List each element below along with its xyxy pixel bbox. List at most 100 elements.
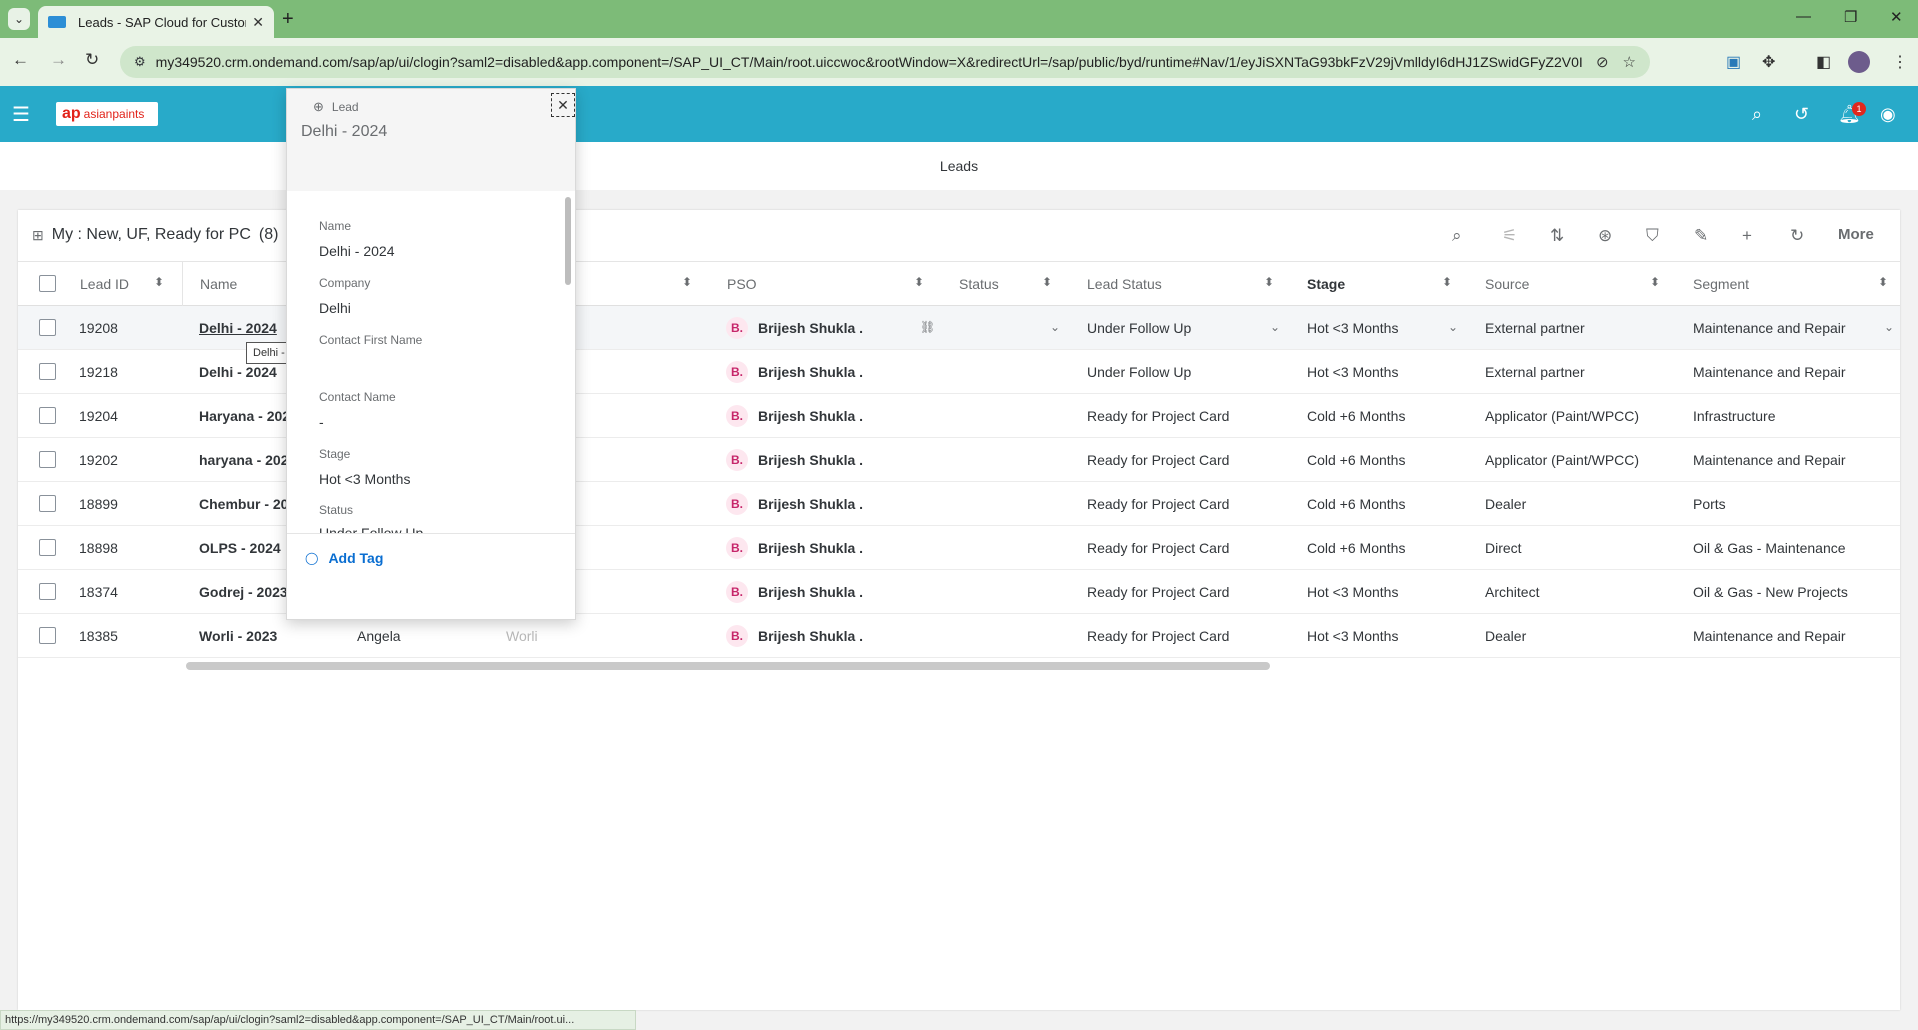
profile-avatar[interactable] [1848,51,1870,73]
col-pso[interactable]: PSO [727,276,757,292]
lead-name-link[interactable]: Delhi - 2024 [199,320,277,336]
field-value: Delhi [319,300,351,316]
pso-name[interactable]: Brijesh Shukla . [758,452,863,468]
lead-name-link[interactable]: haryana - 202 [199,452,289,468]
row-checkbox[interactable] [39,627,56,644]
pso-name[interactable]: Brijesh Shukla . [758,320,863,336]
pso-name[interactable]: Brijesh Shukla . [758,628,863,644]
extensions-puzzle-icon[interactable]: ✥ [1762,52,1775,72]
col-name[interactable]: Name [200,276,237,292]
chevron-down-icon[interactable]: ⌄ [1050,320,1060,334]
address-bar[interactable]: ⚙ my349520.crm.ondemand.com/sap/ap/ui/cl… [120,46,1650,78]
search-icon[interactable]: ⌕ [1752,104,1762,125]
source: Applicator (Paint/WPCC) [1485,408,1640,424]
avatar: B. [726,625,748,647]
segment: Maintenance and Repair [1693,320,1846,336]
row-checkbox[interactable] [39,495,56,512]
pso-name[interactable]: Brijesh Shukla . [758,540,863,556]
forward-icon[interactable]: → [50,50,67,70]
row-checkbox[interactable] [39,363,56,380]
lead-name-link[interactable]: Delhi - 2024 [199,364,277,380]
segment: Infrastructure [1693,408,1776,424]
site-info-icon[interactable]: ⚙ [134,54,146,70]
lead-name-link[interactable]: OLPS - 2024 [199,540,281,556]
col-segment[interactable]: Segment [1693,276,1749,292]
stage: Hot <3 Months [1307,320,1399,336]
source: Direct [1485,540,1522,556]
hamburger-menu-icon[interactable]: ☰ [12,102,30,127]
popover-title: Delhi - 2024 [301,123,388,140]
search-icon[interactable]: ⌕ [1452,226,1462,246]
window-close-icon[interactable]: ✕ [1890,8,1903,26]
browser-menu-icon[interactable]: ⋮ [1892,52,1908,72]
chevron-down-icon[interactable]: ⌄ [1448,320,1458,334]
close-icon[interactable]: ✕ [551,93,575,117]
group-icon[interactable]: ⊛ [1598,226,1612,246]
pso-name[interactable]: Brijesh Shukla . [758,408,863,424]
link-icon[interactable]: ⛓ [920,320,935,334]
notification-badge: 1 [1852,102,1866,116]
extension-icon[interactable]: ▣ [1726,52,1741,72]
avatar: B. [726,449,748,471]
reload-icon[interactable]: ↻ [85,50,99,70]
sort-icon[interactable]: ⬍ [1264,275,1274,289]
refresh-icon[interactable]: ↻ [1790,226,1804,246]
sort-icon[interactable]: ⬍ [1042,275,1052,289]
col-stage[interactable]: Stage [1307,276,1345,292]
stage: Cold +6 Months [1307,408,1406,424]
sort-icon[interactable]: ⬍ [1878,275,1888,289]
new-tab-icon[interactable]: + [282,8,294,31]
filter-icon[interactable]: ⛉ [1646,226,1659,246]
sort-icon[interactable]: ⬍ [682,275,692,289]
sort-icon[interactable]: ⇅ [1550,226,1564,246]
row-checkbox[interactable] [39,583,56,600]
row-checkbox[interactable] [39,407,56,424]
select-all-checkbox[interactable] [39,275,56,292]
pso-name[interactable]: Brijesh Shukla . [758,496,863,512]
history-icon[interactable]: ↺ [1794,104,1809,125]
browser-tab[interactable]: Leads - SAP Cloud for Customer ✕ [38,6,274,38]
avatar: B. [726,537,748,559]
user-profile-icon[interactable]: ◉ [1880,104,1896,125]
settings-sliders-icon[interactable]: ⚟ [1502,226,1517,246]
minimize-icon[interactable]: — [1796,8,1811,25]
lead-name-link[interactable]: Godrej - 2023 [199,584,288,600]
pso-name[interactable]: Brijesh Shukla . [758,584,863,600]
col-lead-status[interactable]: Lead Status [1087,276,1162,292]
url-text[interactable]: my349520.crm.ondemand.com/sap/ap/ui/clog… [156,54,1582,70]
view-selector[interactable]: ⊞ My : New, UF, Ready for PC (8) [32,226,278,244]
back-icon[interactable]: ← [12,50,29,70]
sort-icon[interactable]: ⬍ [154,275,164,289]
chevron-down-icon[interactable]: ⌄ [1884,320,1894,334]
more-button[interactable]: More [1838,226,1874,243]
lead-name-link[interactable]: Haryana - 202 [199,408,290,424]
col-status[interactable]: Status [959,276,999,292]
close-icon[interactable]: ✕ [252,14,264,31]
row-checkbox[interactable] [39,451,56,468]
lead-icon: ⊕ [313,99,324,114]
col-source[interactable]: Source [1485,276,1529,292]
add-tag-button[interactable]: ◯ Add Tag [305,550,383,566]
asianpaints-logo[interactable]: ap asianpaints [56,102,158,126]
bookmark-star-icon[interactable]: ☆ [1623,53,1636,71]
side-panel-icon[interactable]: ◧ [1816,52,1831,72]
add-icon[interactable]: + [1742,226,1752,246]
edit-pencil-icon[interactable]: ✎ [1694,226,1708,246]
row-checkbox[interactable] [39,539,56,556]
popover-scrollbar[interactable] [565,197,571,285]
col-lead-id[interactable]: Lead ID [80,276,129,292]
location-off-icon[interactable]: ⊘ [1596,53,1609,71]
sort-icon[interactable]: ⬍ [1442,275,1452,289]
horizontal-scrollbar[interactable] [186,662,1270,670]
lead-name-link[interactable]: Worli - 2023 [199,628,277,644]
tab-search-button[interactable]: ⌄ [8,8,30,30]
sort-icon[interactable]: ⬍ [1650,275,1660,289]
chevron-down-icon[interactable]: ⌄ [1270,320,1280,334]
segment: Ports [1693,496,1726,512]
add-tag-label: Add Tag [328,550,384,566]
pso-name[interactable]: Brijesh Shukla . [758,364,863,380]
row-checkbox[interactable] [39,319,56,336]
sort-icon[interactable]: ⬍ [914,275,924,289]
lead-name-link[interactable]: Chembur - 20 [199,496,288,512]
restore-icon[interactable]: ❐ [1844,8,1857,26]
